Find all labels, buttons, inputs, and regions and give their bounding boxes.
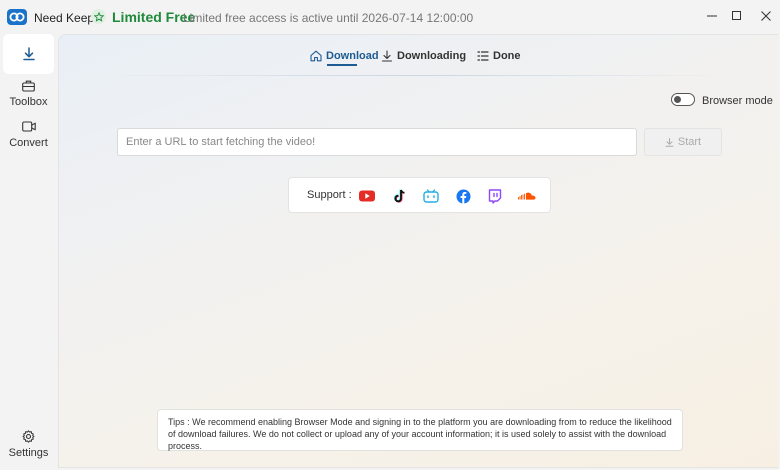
twitch-icon: [487, 188, 503, 204]
main-panel: Download Downloading Done Browser mode S…: [58, 34, 778, 468]
sidebar-item-convert[interactable]: Convert: [3, 121, 54, 151]
browser-mode-label: Browser mode: [702, 95, 773, 107]
minimize-icon: [707, 15, 717, 17]
tips-box: Tips : We recommend enabling Browser Mod…: [157, 409, 683, 451]
home-icon: [310, 50, 322, 62]
sidebar-item-settings[interactable]: Settings: [3, 430, 54, 460]
close-button[interactable]: [754, 5, 778, 27]
download-arrow-icon: [381, 50, 393, 62]
toggle-knob: [674, 96, 681, 103]
youtube-icon: [359, 188, 375, 204]
facebook-icon: [455, 188, 471, 204]
url-input[interactable]: [117, 128, 637, 156]
start-button[interactable]: Start: [644, 128, 722, 156]
tab-active-indicator: [327, 64, 357, 66]
soundcloud-icon: [518, 188, 536, 204]
start-button-label: Start: [677, 136, 702, 148]
minimize-button[interactable]: [700, 5, 724, 27]
sidebar-item-label: Settings: [8, 447, 49, 459]
toolbox-icon: [22, 80, 35, 92]
sidebar: Toolbox Convert Settings: [0, 34, 58, 470]
tab-downloading[interactable]: Downloading: [381, 46, 466, 66]
gear-icon: [22, 430, 35, 443]
list-icon: [477, 51, 489, 61]
tab-divider: [97, 75, 737, 76]
video-icon: [21, 121, 36, 132]
sidebar-item-label: Toolbox: [9, 96, 48, 108]
download-arrow-icon: [665, 137, 674, 147]
star-icon: [91, 9, 106, 24]
tiktok-icon: [391, 188, 407, 204]
download-icon: [22, 47, 35, 61]
sidebar-item-label: Convert: [9, 137, 48, 149]
sidebar-item-download[interactable]: [3, 34, 54, 74]
tab-label: Done: [493, 50, 521, 62]
sidebar-item-toolbox[interactable]: Toolbox: [3, 80, 54, 110]
maximize-icon: [732, 11, 741, 20]
app-name: Need Keep: [34, 11, 95, 25]
app-logo-icon: [7, 9, 27, 25]
tab-download[interactable]: Download: [310, 46, 379, 66]
tab-label: Download: [326, 50, 379, 62]
license-note: Limited free access is active until 2026…: [183, 11, 474, 25]
maximize-button[interactable]: [725, 5, 749, 27]
tips-text: Tips : We recommend enabling Browser Mod…: [168, 417, 672, 451]
tab-done[interactable]: Done: [477, 46, 521, 66]
support-label: Support :: [307, 189, 352, 201]
browser-mode-toggle[interactable]: [671, 93, 695, 106]
support-platforms: Support :: [288, 177, 551, 213]
bilibili-icon: [423, 188, 439, 204]
close-icon: [761, 11, 771, 21]
title-bar: Need Keep Limited Free Limited free acce…: [0, 0, 780, 34]
tab-label: Downloading: [397, 50, 467, 62]
